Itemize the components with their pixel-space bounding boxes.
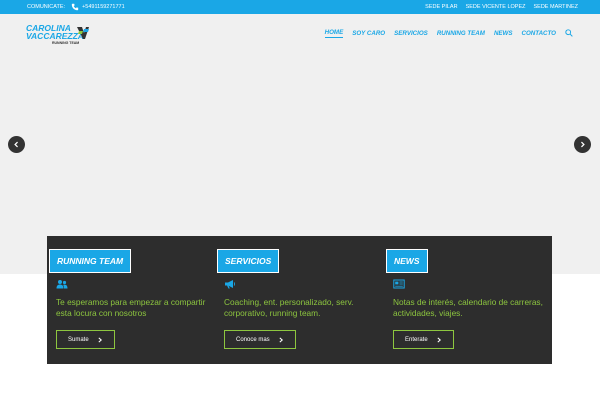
- main-nav: HOME SOY CARO SERVICIOS RUNNING TEAM NEW…: [316, 26, 573, 40]
- feature-description: Te esperamos para empezar a compartir es…: [56, 297, 206, 318]
- site-logo[interactable]: CAROLINA VACCAREZZA RUNNING TEAM: [26, 24, 89, 46]
- nav-item-servicios[interactable]: SERVICIOS: [394, 30, 428, 37]
- top-bar: COMUNICATE: +5491159271771 SEDE PILAR SE…: [0, 0, 600, 14]
- nav-item-soy-caro[interactable]: SOY CARO: [352, 30, 385, 37]
- sede-links: SEDE PILAR SEDE VICENTE LOPEZ SEDE MARTI…: [417, 0, 578, 14]
- chevron-left-icon: [14, 141, 18, 148]
- nav-item-home[interactable]: HOME: [324, 29, 344, 38]
- users-icon: [56, 280, 68, 289]
- sede-vicente-lopez-link[interactable]: SEDE VICENTE LOPEZ: [466, 4, 526, 10]
- feature-description: Notas de interés, calendario de carreras…: [393, 297, 543, 318]
- sumate-button[interactable]: Sumate: [56, 330, 115, 349]
- button-label: Enterate: [405, 336, 428, 343]
- chevron-right-icon: [279, 336, 283, 343]
- feature-title: NEWS: [386, 249, 428, 273]
- contact-info: COMUNICATE: +5491159271771: [27, 0, 125, 14]
- hero-slider: [0, 14, 600, 274]
- nav-item-news[interactable]: NEWS: [494, 30, 513, 37]
- logo-line-2: VACCAREZZA: [26, 30, 84, 41]
- feature-running-team: RUNNING TEAM Te esperamos para empezar a…: [47, 236, 215, 364]
- chevron-right-icon: [581, 141, 585, 148]
- phone-link[interactable]: +5491159271771: [82, 4, 125, 10]
- contact-label: COMUNICATE:: [27, 4, 66, 10]
- enterate-button[interactable]: Enterate: [393, 330, 454, 349]
- chevron-right-icon: [98, 336, 102, 343]
- nav-item-running-team[interactable]: RUNNING TEAM: [437, 30, 485, 37]
- site-header: CAROLINA VACCAREZZA RUNNING TEAM HOME SO…: [0, 14, 600, 52]
- megaphone-icon: [225, 280, 236, 289]
- chevron-right-icon: [437, 336, 441, 343]
- sede-martinez-link[interactable]: SEDE MARTINEZ: [533, 4, 578, 10]
- sede-pilar-link[interactable]: SEDE PILAR: [425, 4, 457, 10]
- search-icon[interactable]: [565, 29, 573, 37]
- conoce-mas-button[interactable]: Conoce mas: [224, 330, 296, 349]
- newspaper-icon: [393, 279, 405, 289]
- feature-news: NEWS Notas de interés, calendario de car…: [384, 236, 552, 364]
- page: COMUNICATE: +5491159271771 SEDE PILAR SE…: [0, 0, 600, 400]
- button-label: Sumate: [68, 336, 89, 343]
- features-panel: RUNNING TEAM Te esperamos para empezar a…: [47, 236, 552, 364]
- logo-line-3: RUNNING TEAM: [52, 41, 80, 45]
- feature-title: SERVICIOS: [217, 249, 280, 273]
- slider-prev-button[interactable]: [8, 136, 25, 153]
- feature-servicios: SERVICIOS Coaching, ent. personalizado, …: [215, 236, 383, 364]
- logo-mark-icon: [77, 27, 89, 39]
- feature-title: RUNNING TEAM: [49, 249, 132, 273]
- phone-icon: [71, 3, 79, 11]
- nav-item-contacto[interactable]: CONTACTO: [522, 30, 557, 37]
- feature-description: Coaching, ent. personalizado, serv. corp…: [224, 297, 354, 318]
- slider-next-button[interactable]: [574, 136, 591, 153]
- button-label: Conoce mas: [236, 336, 270, 343]
